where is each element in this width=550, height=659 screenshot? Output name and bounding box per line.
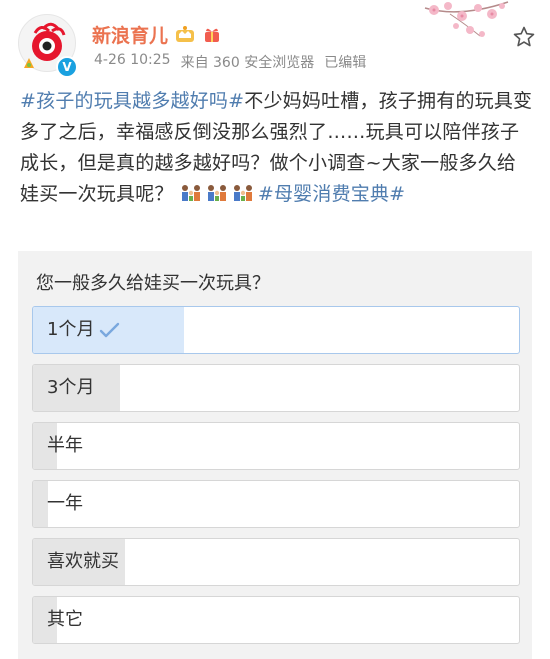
poll-option[interactable]: 一年 bbox=[32, 480, 520, 528]
poll-option[interactable]: 其它 bbox=[32, 596, 520, 644]
poll-option[interactable]: 半年 bbox=[32, 422, 520, 470]
star-icon[interactable] bbox=[512, 25, 536, 49]
poll-option-label: 半年 bbox=[47, 423, 83, 469]
poll-option-text: 1个月 bbox=[47, 319, 95, 340]
post-source[interactable]: 来自 360 安全浏览器 bbox=[181, 52, 315, 72]
family-icon bbox=[233, 185, 252, 201]
family-icon bbox=[181, 185, 200, 201]
account-name[interactable]: 新浪育儿 bbox=[92, 21, 168, 48]
hashtag-link[interactable]: #母婴消费宝典# bbox=[258, 183, 405, 205]
post-edited-label[interactable]: 已编辑 bbox=[324, 52, 366, 72]
checkmark-icon bbox=[100, 322, 120, 338]
poll-option-text: 半年 bbox=[47, 435, 83, 456]
poll-option-label: 3个月 bbox=[47, 365, 94, 411]
cherry-blossom-decoration bbox=[424, 1, 509, 37]
poll-question: 您一般多久给娃买一次玩具？ bbox=[36, 273, 270, 294]
hashtag-link[interactable]: #孩子的玩具越多越好吗# bbox=[20, 90, 244, 112]
poll-card: 您一般多久给娃买一次玩具？ 1个月 3个月半年一年喜欢就买其它 bbox=[18, 251, 532, 659]
poll-option[interactable]: 3个月 bbox=[32, 364, 520, 412]
post-header: V 新浪育儿 4-26 10:25 来自 360 安全浏览器 已编辑 bbox=[0, 0, 550, 82]
poll-option[interactable]: 1个月 bbox=[32, 306, 520, 354]
post-time[interactable]: 4-26 10:25 bbox=[94, 52, 171, 72]
crown-badge-icon[interactable] bbox=[174, 25, 196, 43]
poll-option-text: 一年 bbox=[47, 493, 83, 514]
family-icon bbox=[207, 185, 226, 201]
post-text: #孩子的玩具越多越好吗#不少妈妈吐槽，孩子拥有的玩具变多了之后，幸福感反倒没那么… bbox=[20, 86, 535, 210]
poll-option-fill bbox=[33, 481, 48, 527]
poll-option-text: 喜欢就买 bbox=[47, 551, 119, 572]
poll-option-label: 一年 bbox=[47, 481, 83, 527]
post-meta: 4-26 10:25 来自 360 安全浏览器 已编辑 bbox=[94, 52, 366, 72]
verified-v-icon: V bbox=[56, 56, 78, 78]
poll-option-text: 3个月 bbox=[47, 377, 95, 398]
poll-option[interactable]: 喜欢就买 bbox=[32, 538, 520, 586]
poll-option-label: 喜欢就买 bbox=[47, 539, 119, 585]
gift-badge-icon[interactable] bbox=[202, 25, 222, 43]
poll-option-text: 其它 bbox=[47, 609, 83, 630]
poll-option-label: 其它 bbox=[47, 597, 83, 643]
poll-option-label: 1个月 bbox=[47, 307, 120, 353]
member-icon bbox=[24, 58, 34, 68]
